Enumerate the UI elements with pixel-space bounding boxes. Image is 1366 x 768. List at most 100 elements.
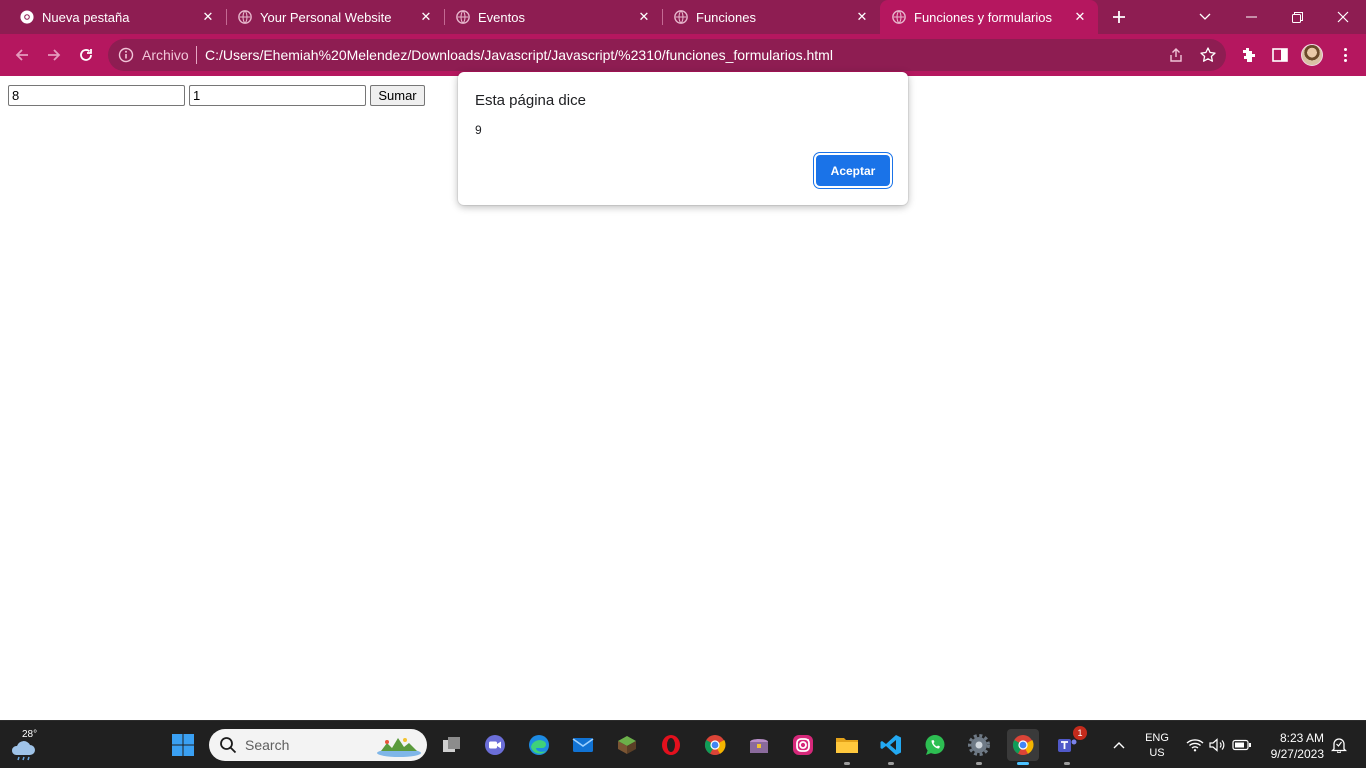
globe-icon — [892, 10, 906, 24]
reload-button[interactable] — [72, 41, 100, 69]
tab-funciones[interactable]: Funciones ✕ — [662, 0, 880, 34]
vscode-icon — [880, 735, 901, 755]
search-highlight-icon — [377, 738, 421, 757]
aceptar-button[interactable]: Aceptar — [816, 155, 890, 186]
clock-time: 8:23 AM — [1279, 731, 1324, 745]
address-bar[interactable]: Archivo C:/Users/Ehemiah%20Melendez/Down… — [108, 39, 1226, 71]
search-label: Search — [245, 737, 290, 753]
search-icon — [220, 737, 237, 754]
tab-title: Your Personal Website — [260, 10, 392, 25]
whatsapp-icon — [925, 735, 945, 755]
file-scheme-chip: Archivo — [142, 47, 189, 63]
info-icon[interactable] — [118, 47, 134, 63]
tab-search-button[interactable] — [1182, 0, 1228, 34]
close-tab-icon[interactable]: ✕ — [854, 9, 870, 25]
running-indicator — [888, 762, 894, 765]
close-tab-icon[interactable]: ✕ — [418, 9, 434, 25]
new-tab-button[interactable] — [1107, 6, 1131, 28]
minecraft-app-button[interactable] — [611, 729, 643, 761]
chevron-up-icon — [1113, 742, 1125, 749]
settings-app-button[interactable] — [963, 729, 995, 765]
instagram-app-button[interactable] — [787, 729, 819, 761]
omnibox-divider — [196, 46, 197, 64]
opera-app-button[interactable] — [655, 729, 687, 761]
chest-app-button[interactable] — [743, 729, 775, 761]
taskbar-search[interactable]: Search — [209, 729, 427, 761]
task-view-icon — [443, 737, 460, 752]
minimize-button[interactable] — [1228, 0, 1274, 34]
tab-your-personal-website[interactable]: Your Personal Website ✕ — [226, 0, 445, 34]
number-input-b[interactable] — [189, 85, 366, 106]
menu-icon[interactable] — [1336, 46, 1354, 64]
running-indicator — [844, 762, 850, 765]
show-hidden-icons-button[interactable] — [1109, 735, 1129, 755]
chrome-profile-app-button[interactable] — [1007, 729, 1039, 765]
meet-app-button[interactable] — [479, 729, 511, 761]
chrome-icon — [20, 10, 34, 24]
side-panel-icon[interactable] — [1270, 45, 1290, 65]
folder-icon — [836, 738, 858, 753]
task-view-button[interactable] — [436, 729, 468, 761]
whatsapp-app-button[interactable] — [919, 729, 951, 761]
system-clock[interactable]: 8:23 AM 9/27/2023 — [1262, 730, 1324, 762]
speaker-icon — [1209, 738, 1225, 752]
tab-eventos[interactable]: Eventos ✕ — [444, 0, 663, 34]
plus-icon — [1113, 11, 1125, 23]
edge-app-button[interactable] — [523, 729, 555, 761]
back-button[interactable] — [8, 41, 36, 69]
close-tab-icon[interactable]: ✕ — [1072, 9, 1088, 25]
active-indicator — [1017, 762, 1029, 765]
edge-icon — [529, 735, 549, 755]
reload-icon — [80, 49, 92, 61]
tab-title: Nueva pestaña — [42, 10, 130, 25]
gear-icon — [968, 734, 990, 756]
notification-bell-icon — [1331, 738, 1347, 753]
chevron-down-icon — [1199, 13, 1211, 20]
chrome-app-button[interactable] — [699, 729, 731, 761]
chrome-icon — [704, 735, 726, 755]
close-tab-icon[interactable]: ✕ — [636, 9, 652, 25]
browser-toolbar: Archivo C:/Users/Ehemiah%20Melendez/Down… — [0, 34, 1366, 76]
battery-status[interactable] — [1232, 735, 1252, 755]
vscode-app-button[interactable] — [875, 729, 907, 765]
forward-button[interactable] — [40, 41, 68, 69]
wifi-status[interactable] — [1185, 735, 1205, 755]
star-icon[interactable] — [1199, 46, 1217, 64]
teams-app-button[interactable]: 1 — [1051, 726, 1087, 765]
extensions-icon[interactable] — [1238, 45, 1258, 65]
running-indicator — [1064, 762, 1070, 765]
tab-title: Funciones y formularios — [914, 10, 1052, 25]
close-tab-icon[interactable]: ✕ — [200, 9, 216, 25]
dialog-title: Esta página dice — [475, 92, 586, 109]
url-text[interactable]: C:/Users/Ehemiah%20Melendez/Downloads/Ja… — [205, 47, 833, 63]
instagram-icon — [793, 735, 813, 755]
number-input-a[interactable] — [8, 85, 185, 106]
globe-icon — [238, 10, 252, 24]
file-explorer-button[interactable] — [831, 729, 863, 765]
profile-avatar[interactable] — [1301, 44, 1323, 66]
share-icon[interactable] — [1167, 46, 1185, 64]
restore-button[interactable] — [1274, 0, 1320, 34]
opera-icon — [662, 735, 680, 755]
globe-icon — [456, 10, 470, 24]
volume-status[interactable] — [1208, 735, 1228, 755]
tab-title: Funciones — [696, 10, 756, 25]
battery-icon — [1232, 739, 1251, 751]
language-code: ENG — [1145, 732, 1169, 744]
arrow-right-icon — [48, 49, 61, 61]
grass-block-icon — [618, 736, 636, 754]
running-indicator — [976, 762, 982, 765]
mail-app-button[interactable] — [567, 729, 599, 761]
close-window-button[interactable] — [1320, 0, 1366, 34]
sumar-button[interactable]: Sumar — [370, 85, 425, 106]
tab-nueva-pestana[interactable]: Nueva pestaña ✕ — [8, 0, 227, 34]
tab-title: Eventos — [478, 10, 525, 25]
minimize-icon — [1245, 16, 1257, 18]
windows-start-icon[interactable] — [171, 733, 195, 757]
tab-funciones-y-formularios[interactable]: Funciones y formularios ✕ — [880, 0, 1098, 34]
notifications-button[interactable] — [1329, 735, 1349, 755]
dialog-message: 9 — [475, 123, 482, 137]
treasure-chest-icon — [750, 739, 768, 753]
weather-temperature: 28° — [22, 729, 38, 740]
input-language[interactable]: ENG US — [1143, 731, 1171, 761]
